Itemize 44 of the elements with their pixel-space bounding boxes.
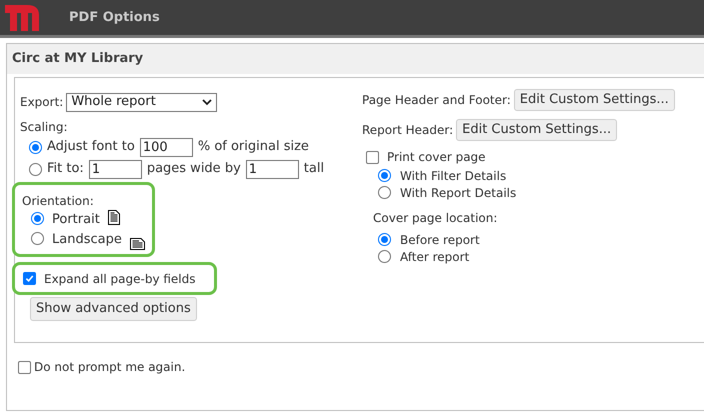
landscape-page-icon bbox=[130, 238, 145, 250]
radio-button[interactable] bbox=[378, 250, 391, 263]
option-label: Before report bbox=[400, 232, 480, 248]
option-label: Print cover page bbox=[387, 149, 486, 166]
edit-settings-button[interactable]: Edit Custom Settings... bbox=[514, 89, 675, 111]
radio-button[interactable] bbox=[378, 169, 391, 182]
option-label: With Filter Details bbox=[400, 168, 506, 184]
option-label: Expand all page-by fields bbox=[44, 270, 196, 288]
radio-button[interactable] bbox=[29, 162, 42, 176]
radio-button[interactable] bbox=[31, 232, 44, 245]
option-label: After report bbox=[400, 248, 470, 266]
option-label: Adjust font to bbox=[47, 138, 135, 156]
export-dropdown[interactable]: Whole report bbox=[66, 92, 218, 112]
app-title: PDF Options bbox=[69, 8, 160, 27]
checkbox[interactable] bbox=[23, 272, 36, 285]
option-label: With Report Details bbox=[400, 184, 516, 202]
chevron-down-icon bbox=[202, 98, 212, 106]
export-label: Export: bbox=[20, 94, 64, 111]
option-label: pages wide by bbox=[146, 160, 241, 178]
radio-button[interactable] bbox=[29, 140, 42, 154]
dialog-title: Circ at MY Library bbox=[7, 44, 704, 74]
option-label: Portrait bbox=[52, 211, 100, 229]
checkbox[interactable] bbox=[366, 150, 379, 164]
option-label: Do not prompt me again. bbox=[34, 359, 186, 376]
radio-button[interactable] bbox=[31, 212, 44, 225]
radio-button[interactable] bbox=[378, 233, 391, 246]
option-label: % of original size bbox=[198, 138, 309, 156]
page-header-label: Page Header and Footer: bbox=[362, 92, 511, 109]
edit-settings-button[interactable]: Edit Custom Settings... bbox=[456, 119, 618, 141]
orientation-label: Orientation: bbox=[22, 193, 95, 210]
number-field[interactable]: 1 bbox=[246, 160, 299, 178]
cover-location-label: Cover page location: bbox=[373, 210, 498, 227]
advanced-options-button[interactable]: Show advanced options bbox=[30, 297, 197, 321]
number-field[interactable]: 100 bbox=[140, 138, 193, 156]
report-header-label: Report Header: bbox=[362, 122, 454, 139]
logo-icon bbox=[5, 4, 39, 30]
option-label: Landscape bbox=[52, 231, 122, 249]
option-label: Fit to: bbox=[47, 160, 84, 178]
scaling-label: Scaling: bbox=[20, 119, 69, 136]
checkbox[interactable] bbox=[18, 360, 31, 374]
option-label: tall bbox=[304, 160, 324, 178]
radio-button[interactable] bbox=[378, 186, 391, 199]
portrait-page-icon bbox=[108, 210, 120, 225]
number-field[interactable]: 1 bbox=[88, 160, 142, 178]
